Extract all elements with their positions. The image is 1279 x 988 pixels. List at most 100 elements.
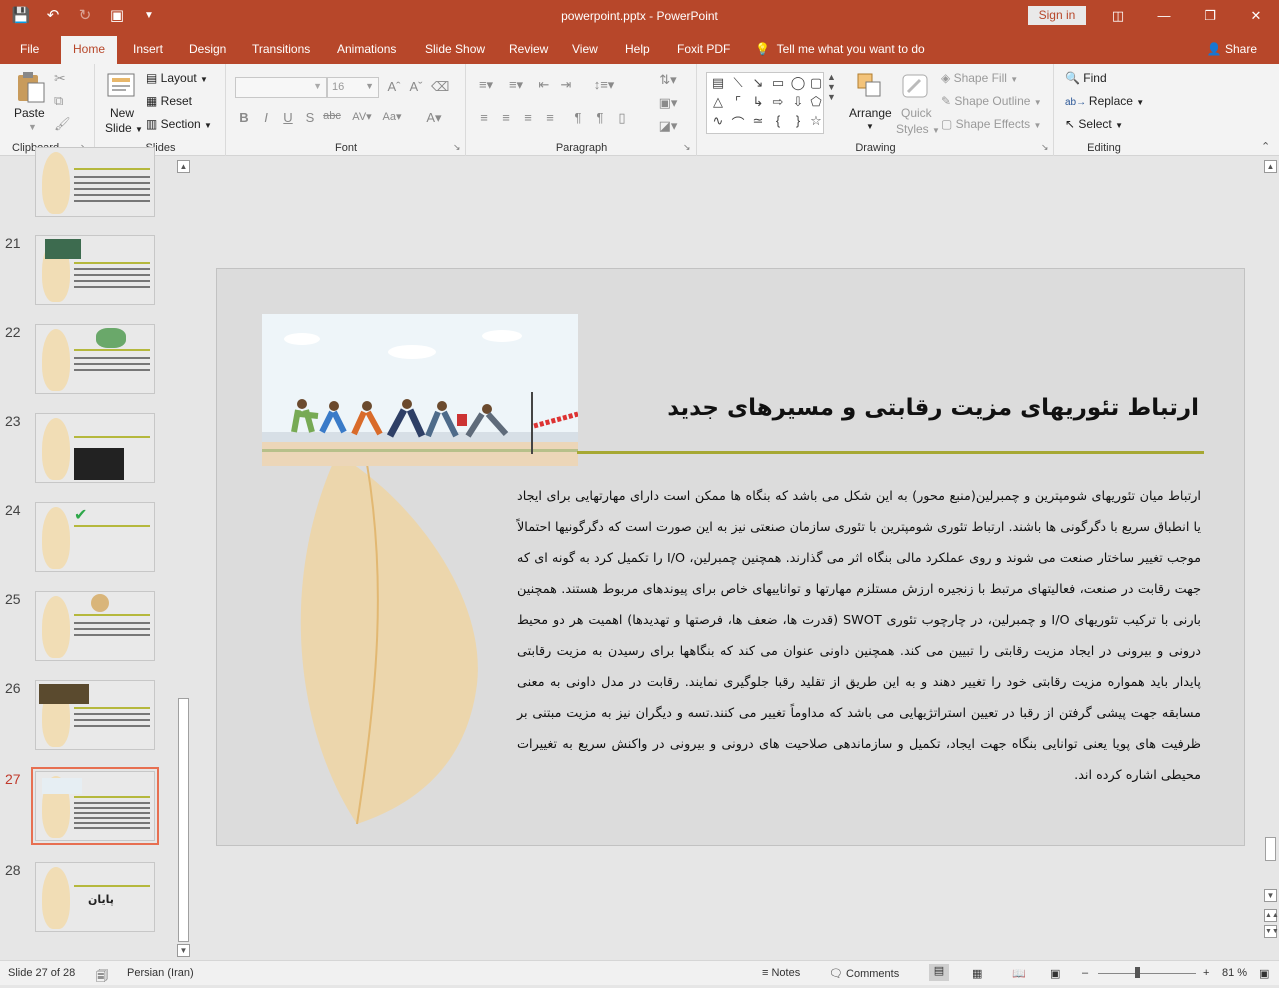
fit-to-window-icon[interactable]: ▣: [1259, 967, 1269, 980]
quick-styles-button-line2[interactable]: Styles ▼: [896, 122, 940, 136]
elbow-arrow-icon[interactable]: ↳: [749, 94, 767, 110]
columns-icon[interactable]: ▯: [613, 110, 631, 126]
paste-icon[interactable]: [14, 70, 46, 103]
paste-dropdown-icon[interactable]: ▼: [28, 122, 37, 132]
shape-effects-button[interactable]: ▢ Shape Effects ▼: [941, 117, 1041, 131]
align-left-icon[interactable]: ≡: [475, 110, 493, 125]
change-case-icon[interactable]: Aa▾: [379, 110, 405, 123]
arrange-dropdown-icon[interactable]: ▼: [866, 122, 874, 131]
rectangle-shape-icon[interactable]: ▭: [769, 75, 787, 91]
slide-thumbnail[interactable]: [35, 591, 155, 661]
curve-shape-icon[interactable]: ≃: [749, 113, 767, 129]
star-shape-icon[interactable]: ☆: [807, 113, 825, 129]
font-size-combo[interactable]: 16 ▼: [327, 77, 379, 98]
right-brace-icon[interactable]: }: [789, 113, 807, 128]
tab-transitions[interactable]: Transitions: [252, 42, 310, 56]
thumbnail-row[interactable]: 24 ✔: [0, 502, 175, 574]
elbow-connector-icon[interactable]: ⌜: [729, 94, 747, 110]
paste-button[interactable]: Paste: [14, 106, 45, 120]
tell-me-search[interactable]: 💡 Tell me what you want to do: [755, 42, 925, 56]
zoom-slider-thumb[interactable]: [1135, 967, 1140, 978]
scroll-up-icon[interactable]: ▲: [177, 160, 190, 173]
scrollbar-thumb[interactable]: [1265, 837, 1276, 861]
tab-slideshow[interactable]: Slide Show: [425, 42, 485, 56]
thumbnail-row[interactable]: [0, 147, 175, 219]
thumbnail-row[interactable]: 28 پایان: [0, 862, 175, 934]
arrange-icon[interactable]: [854, 70, 886, 102]
tab-review[interactable]: Review: [509, 42, 548, 56]
slide-thumbnail[interactable]: [35, 413, 155, 483]
line-spacing-icon[interactable]: ↕≡▾: [589, 77, 619, 93]
slide-thumbnail[interactable]: [35, 235, 155, 305]
left-brace-icon[interactable]: {: [769, 113, 787, 128]
arrange-button[interactable]: Arrange: [849, 106, 892, 120]
font-name-combo[interactable]: ▼: [235, 77, 327, 98]
triangle-shape-icon[interactable]: △: [709, 94, 727, 110]
right-arrow-shape-icon[interactable]: ⇨: [769, 94, 787, 110]
tab-foxit-pdf[interactable]: Foxit PDF: [677, 42, 730, 56]
thumbnail-row[interactable]: 26: [0, 680, 175, 752]
justify-icon[interactable]: ≡: [541, 110, 559, 125]
minimize-icon[interactable]: —: [1141, 0, 1187, 32]
freeform-shape-icon[interactable]: ∿: [709, 113, 727, 129]
rounded-rect-shape-icon[interactable]: ▢: [807, 75, 825, 91]
tab-view[interactable]: View: [572, 42, 598, 56]
sign-in-button[interactable]: Sign in: [1028, 6, 1086, 25]
thumbnail-row[interactable]: 21: [0, 235, 175, 307]
oval-shape-icon[interactable]: ◯: [789, 75, 807, 91]
arrow-line-shape-icon[interactable]: ↘: [749, 75, 767, 91]
collapse-ribbon-icon[interactable]: ⌃: [1261, 140, 1270, 153]
scroll-up-icon[interactable]: ▲: [1264, 160, 1277, 173]
zoom-level[interactable]: 81 %: [1222, 967, 1247, 979]
text-direction-icon[interactable]: ⇅▾: [657, 72, 679, 88]
zoom-out-icon[interactable]: –: [1082, 967, 1088, 979]
align-text-icon[interactable]: ▣▾: [657, 95, 679, 111]
tab-design[interactable]: Design: [189, 42, 226, 56]
format-painter-icon[interactable]: 🖌: [54, 116, 71, 132]
slide-sorter-icon[interactable]: ▦: [972, 967, 982, 980]
shadow-icon[interactable]: S: [301, 110, 319, 125]
slide-body-text[interactable]: ارتباط میان تئوریهای شومپترین و چمبرلین(…: [517, 481, 1201, 791]
cut-icon[interactable]: ✂: [54, 70, 66, 87]
copy-icon[interactable]: ⧉: [54, 93, 63, 109]
drawing-launcher-icon[interactable]: ↘: [1041, 142, 1049, 153]
notes-button[interactable]: ≡ Notes: [762, 967, 800, 979]
zoom-slider[interactable]: [1098, 973, 1196, 974]
scroll-down-icon[interactable]: ▼: [1264, 889, 1277, 902]
shape-outline-button[interactable]: ✎ Shape Outline ▼: [941, 94, 1042, 108]
paragraph-launcher-icon[interactable]: ↘: [683, 142, 691, 153]
arc-shape-icon[interactable]: ⌒: [729, 113, 747, 132]
grow-font-icon[interactable]: Aˆ: [385, 79, 403, 94]
numbering-icon[interactable]: ≡▾: [505, 77, 527, 93]
font-launcher-icon[interactable]: ↘: [453, 142, 461, 153]
comments-button[interactable]: 🗨 Comments: [829, 967, 899, 980]
bullets-icon[interactable]: ≡▾: [475, 77, 497, 93]
layout-button[interactable]: ▤ Layout ▼: [146, 71, 208, 85]
bold-icon[interactable]: B: [235, 110, 253, 125]
smartart-icon[interactable]: ◪▾: [657, 118, 679, 134]
new-slide-icon[interactable]: [106, 70, 138, 102]
language-indicator[interactable]: Persian (Iran): [127, 967, 194, 979]
rtl-icon[interactable]: ¶: [591, 110, 609, 125]
line-shape-icon[interactable]: ⟍: [729, 75, 747, 91]
gallery-more-icon[interactable]: ▲ ▼ ▼: [827, 72, 836, 102]
scrollbar-thumb[interactable]: [178, 698, 189, 942]
new-slide-button[interactable]: New: [110, 106, 134, 120]
slide-thumbnail[interactable]: [35, 680, 155, 750]
slide-thumbnail[interactable]: پایان: [35, 862, 155, 932]
slide-canvas[interactable]: ارتباط تئوریهای مزیت رقابتی و مسیرهای جد…: [216, 268, 1245, 846]
replace-button[interactable]: ab→ Replace ▼: [1065, 94, 1144, 108]
ribbon-display-icon[interactable]: ◫: [1095, 0, 1141, 32]
reading-view-icon[interactable]: 📖: [1012, 967, 1026, 980]
share-button[interactable]: 👤 Share: [1207, 42, 1257, 56]
thumbnail-row-selected[interactable]: 27: [0, 767, 175, 845]
thumbnail-scrollbar[interactable]: ▲ ▼: [175, 157, 192, 960]
new-slide-button-line2[interactable]: Slide ▼: [105, 121, 143, 135]
next-slide-icon[interactable]: ▼▼: [1264, 925, 1279, 938]
close-icon[interactable]: ✕: [1233, 0, 1279, 32]
align-right-icon[interactable]: ≡: [519, 110, 537, 125]
down-arrow-shape-icon[interactable]: ⇩: [789, 94, 807, 110]
shrink-font-icon[interactable]: Aˇ: [407, 79, 425, 94]
quick-styles-icon[interactable]: [900, 70, 932, 102]
clear-formatting-icon[interactable]: ⌫: [431, 79, 449, 95]
